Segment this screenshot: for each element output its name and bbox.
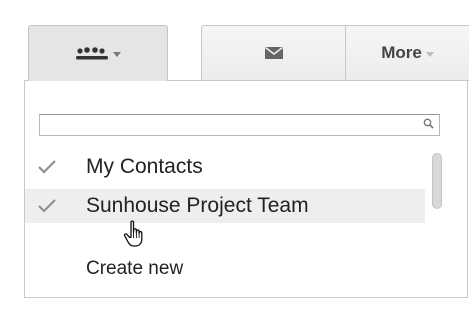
chevron-down-icon [425,51,434,57]
chevron-down-icon [113,52,121,57]
checkmark-icon [38,160,56,174]
envelope-icon [265,47,283,59]
menu-item-label: Sunhouse Project Team [86,194,309,217]
hand-cursor-icon [123,220,143,247]
more-label: More [381,43,422,62]
menu-item-sunhouse-project-team[interactable]: Sunhouse Project Team [25,189,425,223]
more-button[interactable]: More [345,25,469,81]
groups-dropdown-menu: My Contacts Sunhouse Project Team Create… [24,80,468,298]
search-input[interactable] [39,114,440,136]
menu-item-label: My Contacts [86,155,203,178]
mail-button[interactable] [201,25,346,81]
groups-button[interactable] [28,25,168,81]
scrollbar-thumb[interactable] [432,153,442,209]
people-group-icon [76,46,108,59]
search-icon [423,118,434,129]
checkmark-icon [38,199,56,213]
menu-item-my-contacts[interactable]: My Contacts [25,150,425,184]
create-new-link[interactable]: Create new [86,258,183,280]
